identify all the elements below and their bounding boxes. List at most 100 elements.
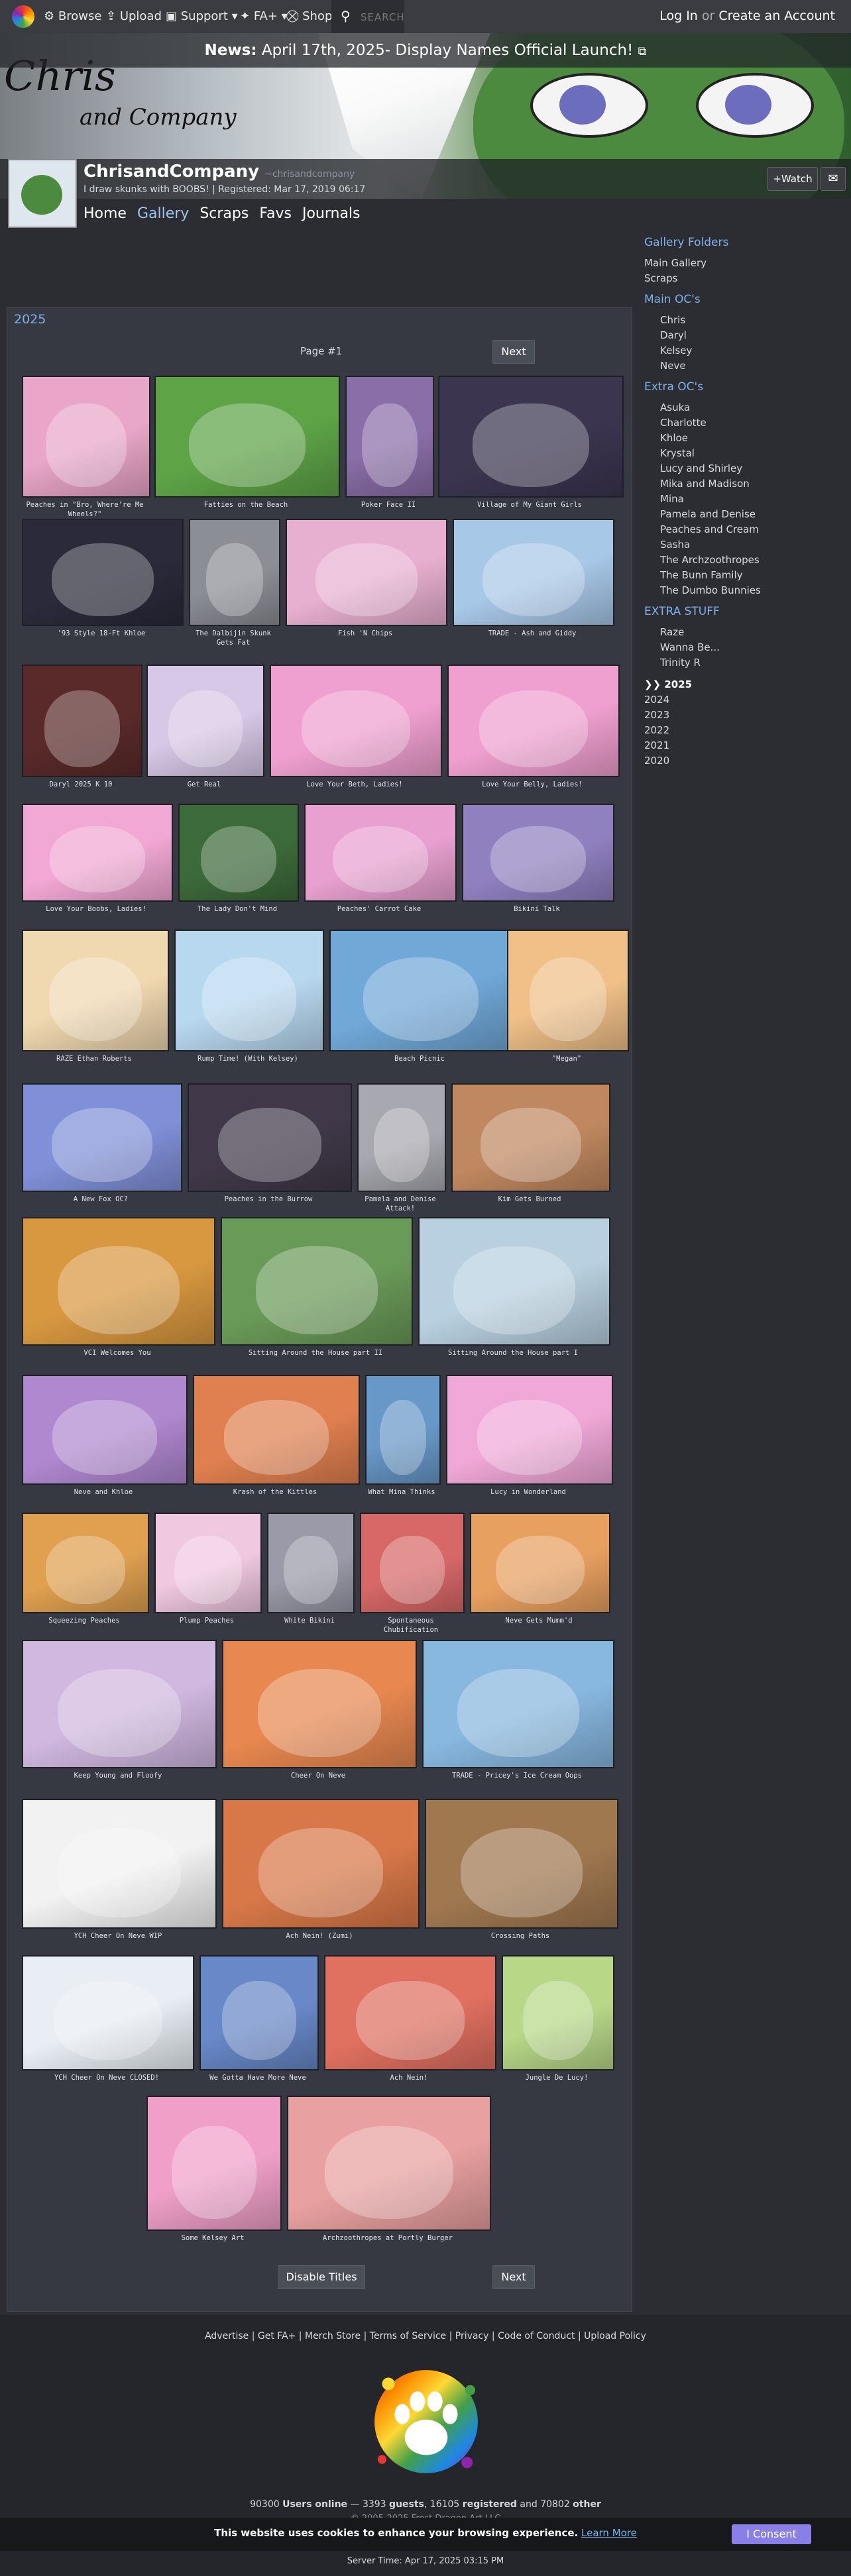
gallery-thumbnail[interactable] <box>22 1799 217 1929</box>
gallery-thumbnail[interactable] <box>438 376 624 498</box>
sidebar-extra-oc-11[interactable]: The Bunn Family <box>644 568 843 583</box>
thumbnail-caption[interactable]: White Bikini <box>267 1616 352 1625</box>
thumbnail-caption[interactable]: A New Fox OC? <box>22 1195 180 1204</box>
sidebar-extra-oc-10[interactable]: The Archzoothropes <box>644 553 843 568</box>
footer-link-6[interactable]: Upload Policy <box>584 2331 646 2341</box>
gallery-thumbnail[interactable] <box>453 519 614 626</box>
gallery-thumbnail[interactable] <box>222 1799 420 1929</box>
thumbnail-caption[interactable]: Fish 'N Chips <box>286 629 445 638</box>
gallery-thumbnail[interactable] <box>146 2096 282 2231</box>
thumbnail-caption[interactable]: Poker Face II <box>345 500 431 510</box>
gallery-thumbnail[interactable] <box>22 1640 217 1768</box>
gallery-thumbnail[interactable] <box>174 930 324 1051</box>
sidebar-year-2[interactable]: 2023 <box>644 708 843 723</box>
gallery-thumbnail[interactable] <box>357 1083 446 1192</box>
gallery-thumbnail[interactable] <box>22 519 184 626</box>
thumbnail-caption[interactable]: TRADE - Pricey's Ice Cream Oops <box>422 1771 612 1780</box>
gallery-thumbnail[interactable] <box>22 1217 215 1346</box>
thumbnail-caption[interactable]: Love Your Boobs, Ladies! <box>22 904 170 914</box>
sidebar-extra-stuff-2[interactable]: Trinity R <box>644 655 843 671</box>
thumbnail-caption[interactable]: Spontaneous Chubification <box>360 1616 462 1635</box>
subnav-tab-scraps[interactable]: Scraps <box>199 205 249 222</box>
thumbnail-caption[interactable]: Some Kelsey Art <box>146 2233 279 2243</box>
thumbnail-caption[interactable]: Village of My Giant Girls <box>438 500 621 510</box>
gallery-thumbnail[interactable] <box>178 804 299 902</box>
sidebar-year-4[interactable]: 2021 <box>644 738 843 753</box>
gallery-thumbnail[interactable] <box>22 376 150 498</box>
upload-link[interactable]: ⇪ Upload <box>106 9 162 23</box>
gallery-thumbnail[interactable] <box>22 804 173 902</box>
thumbnail-caption[interactable]: Peaches' Carrot Cake <box>304 904 454 914</box>
thumbnail-caption[interactable]: Archzoothropes at Portly Burger <box>287 2233 488 2243</box>
thumbnail-caption[interactable]: YCH Cheer On Neve WIP <box>22 1931 214 1941</box>
thumbnail-caption[interactable]: RAZE Ethan Roberts <box>22 1054 166 1063</box>
gallery-thumbnail[interactable] <box>270 665 442 777</box>
gallery-thumbnail[interactable] <box>22 1513 149 1613</box>
thumbnail-caption[interactable]: The Lady Don't Mind <box>178 904 296 914</box>
thumbnail-caption[interactable]: '93 Style 18-Ft Khloe <box>22 629 181 638</box>
sidebar-extra-oc-12[interactable]: The Dumbo Bunnies <box>644 583 843 598</box>
thumbnail-caption[interactable]: Squeezing Peaches <box>22 1616 146 1625</box>
support-menu[interactable]: ▣ Support ▾ <box>166 9 238 23</box>
news-bar[interactable]: News: April 17th, 2025- Display Names Of… <box>0 33 851 68</box>
gallery-thumbnail[interactable] <box>345 376 434 498</box>
shop-link[interactable]: ⛒ Shop <box>286 9 332 23</box>
footer-link-2[interactable]: Merch Store <box>305 2331 361 2341</box>
gallery-thumbnail[interactable] <box>154 1513 262 1613</box>
thumbnail-caption[interactable]: Keep Young and Floofy <box>22 1771 214 1780</box>
learn-more-link[interactable]: Learn More <box>581 2527 637 2539</box>
login-link[interactable]: Log In <box>659 9 698 23</box>
sidebar-year-5[interactable]: 2020 <box>644 753 843 769</box>
subnav-tab-favs[interactable]: Favs <box>259 205 292 222</box>
gallery-thumbnail[interactable] <box>425 1799 618 1929</box>
sidebar-year-3[interactable]: 2022 <box>644 723 843 738</box>
fa-plus-link[interactable]: ✦ FA+ ▾ <box>240 9 288 23</box>
thumbnail-caption[interactable]: We Gotta Have More Neve <box>199 2073 316 2082</box>
subnav-tab-journals[interactable]: Journals <box>302 205 361 222</box>
gallery-thumbnail[interactable] <box>22 930 169 1051</box>
gallery-thumbnail[interactable] <box>324 1955 496 2070</box>
next-page-button-top[interactable]: Next <box>492 340 535 364</box>
thumbnail-caption[interactable]: Beach Picnic <box>329 1054 510 1063</box>
thumbnail-caption[interactable]: Love Your Beth, Ladies! <box>270 780 439 789</box>
search-input[interactable]: ⚲ SEARCH <box>331 0 404 33</box>
gallery-thumbnail[interactable] <box>502 1955 614 2070</box>
gallery-thumbnail[interactable] <box>360 1513 465 1613</box>
gallery-thumbnail[interactable] <box>422 1640 614 1768</box>
thumbnail-caption[interactable]: Sitting Around the House part I <box>418 1348 608 1358</box>
thumbnail-caption[interactable]: Krash of the Kittles <box>193 1487 357 1497</box>
thumbnail-caption[interactable]: Neve and Khloe <box>22 1487 185 1497</box>
consent-button[interactable]: I Consent <box>732 2524 811 2544</box>
gallery-thumbnail[interactable] <box>451 1083 610 1192</box>
sidebar-main-oc-2[interactable]: Kelsey <box>644 343 843 358</box>
gallery-thumbnail[interactable] <box>286 519 447 626</box>
subnav-tab-gallery[interactable]: Gallery <box>137 205 189 222</box>
gallery-thumbnail[interactable] <box>22 665 142 777</box>
gallery-thumbnail[interactable] <box>329 930 512 1051</box>
site-logo-icon[interactable] <box>12 5 34 28</box>
sidebar-extra-oc-1[interactable]: Charlotte <box>644 415 843 431</box>
sidebar-extra-oc-0[interactable]: Asuka <box>644 400 843 415</box>
thumbnail-caption[interactable]: Jungle De Lucy! <box>502 2073 612 2082</box>
subnav-tab-home[interactable]: Home <box>84 205 127 222</box>
thumbnail-caption[interactable]: Crossing Paths <box>425 1931 616 1941</box>
thumbnail-caption[interactable]: Get Real <box>146 780 262 789</box>
message-button[interactable]: ✉ <box>821 167 846 191</box>
footer-link-0[interactable]: Advertise <box>205 2331 249 2341</box>
gallery-thumbnail[interactable] <box>447 665 620 777</box>
avatar[interactable] <box>8 159 77 228</box>
thumbnail-caption[interactable]: What Mina Thinks <box>365 1487 438 1497</box>
thumbnail-caption[interactable]: Sitting Around the House part II <box>221 1348 410 1358</box>
gallery-thumbnail[interactable] <box>418 1217 610 1346</box>
footer-link-1[interactable]: Get FA+ <box>258 2331 296 2341</box>
watch-button[interactable]: +Watch <box>767 167 818 191</box>
thumbnail-caption[interactable]: TRADE - Ash and Giddy <box>453 629 612 638</box>
gallery-thumbnail[interactable] <box>446 1375 613 1485</box>
gallery-thumbnail[interactable] <box>462 804 614 902</box>
gallery-thumbnail[interactable] <box>222 1640 417 1768</box>
sidebar-extra-oc-6[interactable]: Mina <box>644 492 843 507</box>
gallery-thumbnail[interactable] <box>146 665 264 777</box>
thumbnail-caption[interactable]: Ach Nein! <box>324 2073 494 2082</box>
gallery-thumbnail[interactable] <box>22 1083 182 1192</box>
thumbnail-caption[interactable]: Love Your Belly, Ladies! <box>447 780 617 789</box>
